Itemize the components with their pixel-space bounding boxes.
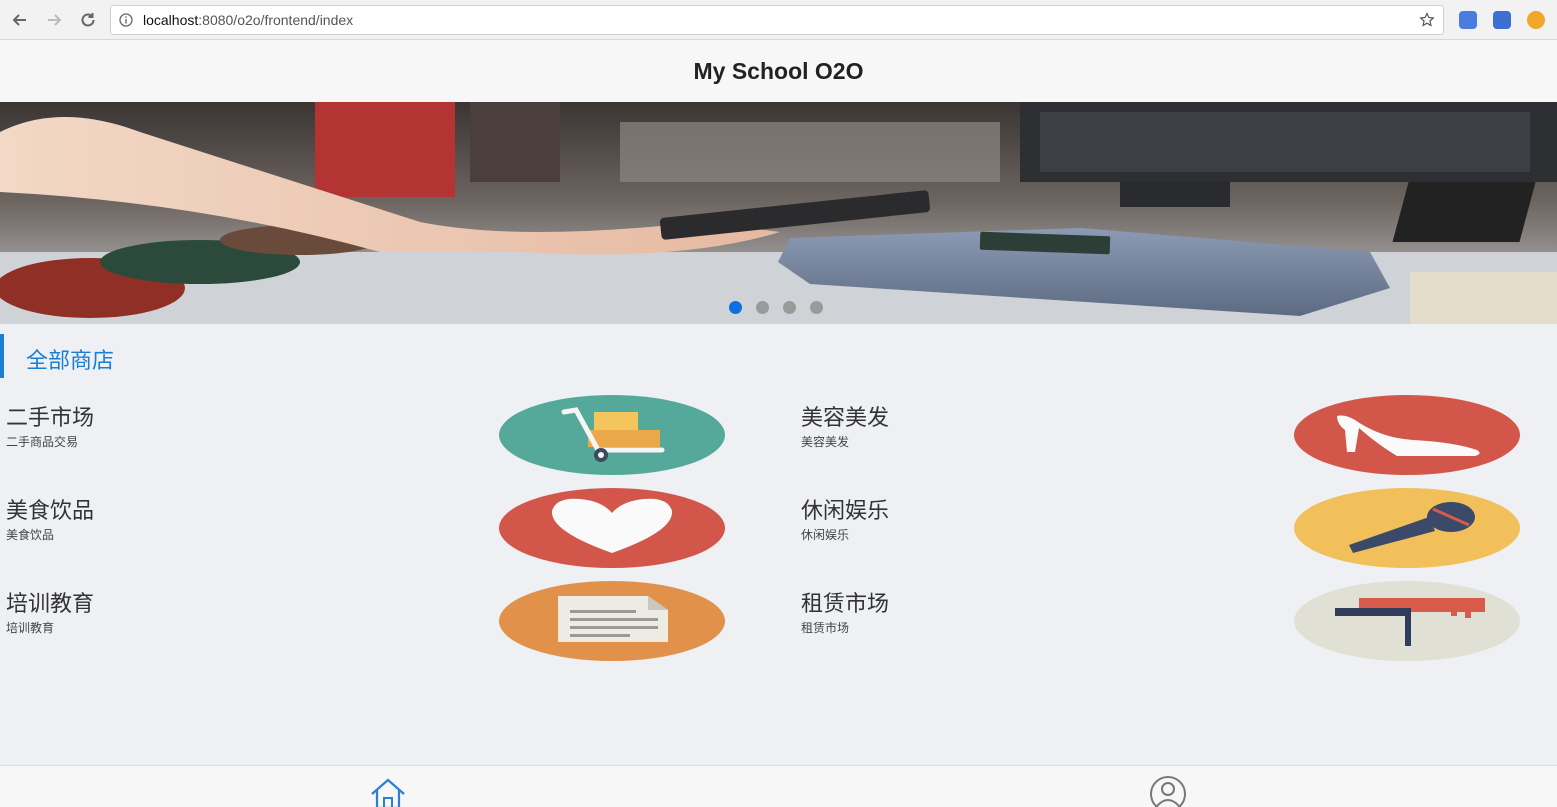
- category-name: 培训教育: [6, 592, 95, 617]
- home-icon: [371, 778, 405, 807]
- category-name: 二手市场: [6, 406, 95, 431]
- tab-profile[interactable]: [1148, 774, 1188, 807]
- category-item[interactable]: 休闲娱乐 休闲娱乐: [795, 488, 1521, 577]
- high-heel-icon: [1294, 395, 1520, 475]
- page-title: My School O2O: [693, 57, 864, 84]
- category-desc: 美食饮品: [6, 528, 55, 542]
- url-path: :8080/o2o/frontend/index: [198, 12, 354, 28]
- user-icon: [1150, 776, 1186, 807]
- app-header: My School O2O: [0, 40, 1557, 102]
- tab-home[interactable]: [368, 774, 408, 807]
- category-desc: 美容美发: [801, 435, 850, 449]
- section-header: 全部商店: [0, 334, 400, 378]
- info-icon: [119, 13, 133, 27]
- category-name: 租赁市场: [801, 592, 890, 617]
- extension-icon[interactable]: [1459, 11, 1477, 29]
- back-button[interactable]: [8, 8, 32, 32]
- forward-button[interactable]: [42, 8, 66, 32]
- category-name: 美容美发: [801, 406, 890, 431]
- category-desc: 培训教育: [6, 621, 55, 635]
- address-bar[interactable]: localhost:8080/o2o/frontend/index: [110, 5, 1444, 35]
- category-item[interactable]: 培训教育 培训教育: [0, 581, 726, 670]
- carousel-dot[interactable]: [756, 301, 769, 314]
- carousel-dot[interactable]: [783, 301, 796, 314]
- bookmark-star-icon[interactable]: [1419, 12, 1435, 28]
- banner-image: [0, 102, 1557, 324]
- category-desc: 租赁市场: [801, 621, 850, 635]
- category-item[interactable]: 租赁市场 租赁市场: [795, 581, 1521, 670]
- category-desc: 二手商品交易: [6, 435, 79, 449]
- hand-truck-icon: [499, 395, 725, 475]
- bottom-tab-bar: [0, 765, 1557, 807]
- category-name: 休闲娱乐: [801, 499, 890, 524]
- category-item[interactable]: 美食饮品 美食饮品: [0, 488, 726, 577]
- document-icon: [499, 581, 725, 661]
- section-title: 全部商店: [26, 349, 115, 374]
- url-text: localhost:8080/o2o/frontend/index: [143, 12, 353, 28]
- browser-toolbar: localhost:8080/o2o/frontend/index: [0, 0, 1557, 40]
- extension-icon[interactable]: [1527, 11, 1545, 29]
- forward-arrow-icon: [48, 14, 62, 26]
- extension-icon[interactable]: [1493, 11, 1511, 29]
- category-item[interactable]: 美容美发 美容美发: [795, 395, 1521, 484]
- microphone-icon: [1294, 488, 1520, 568]
- key-icon: [1294, 581, 1520, 661]
- section-accent-bar: [0, 334, 4, 378]
- reload-button[interactable]: [76, 8, 100, 32]
- category-desc: 休闲娱乐: [801, 528, 850, 542]
- back-arrow-icon: [12, 14, 26, 26]
- reload-icon: [81, 13, 95, 27]
- banner-carousel[interactable]: [0, 102, 1557, 324]
- heart-icon: [499, 488, 725, 568]
- url-host: localhost: [143, 12, 199, 28]
- category-item[interactable]: 二手市场 二手商品交易: [0, 395, 726, 484]
- carousel-dot[interactable]: [810, 301, 823, 314]
- carousel-dot[interactable]: [729, 301, 742, 314]
- carousel-indicators: [729, 301, 823, 314]
- category-name: 美食饮品: [6, 499, 95, 524]
